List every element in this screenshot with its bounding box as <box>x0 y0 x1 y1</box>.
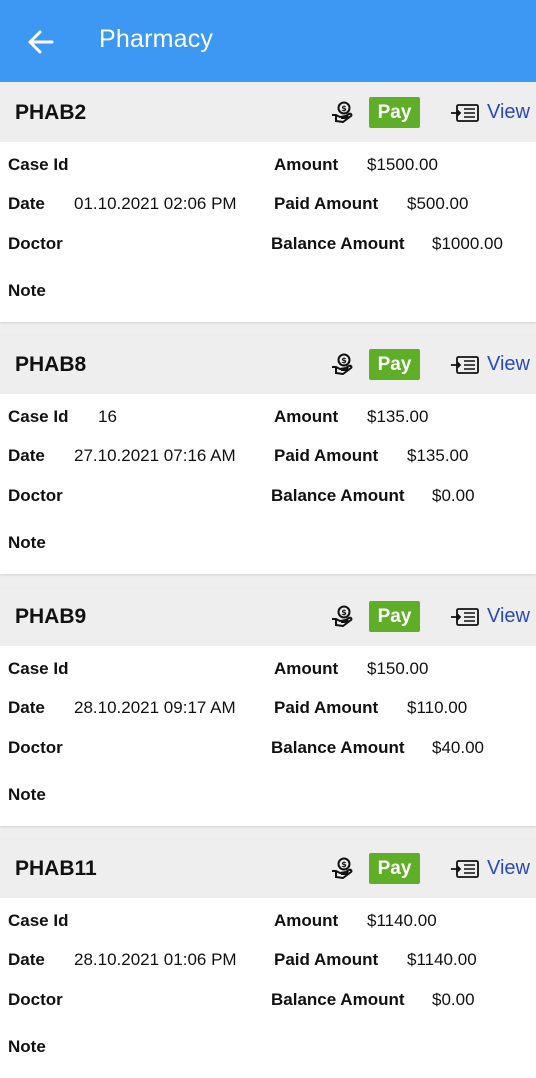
hand-coin-icon: $ <box>332 101 353 123</box>
case-id-label: Case Id <box>8 407 69 426</box>
bill-number: PHAB11 <box>15 857 97 880</box>
bill-number: PHAB8 <box>15 353 87 376</box>
paid-amount-label: Paid Amount <box>274 698 379 717</box>
receipt-list-icon[interactable] <box>451 860 479 878</box>
amount-value: $150.00 <box>367 659 429 678</box>
amount-label: Amount <box>274 407 339 426</box>
date-label: Date <box>8 194 45 213</box>
hand-coin-icon: $ <box>332 605 353 627</box>
paid-amount-value: $110.00 <box>407 698 468 717</box>
bill-card-header: PHAB2 $ Pay View <box>0 84 536 142</box>
svg-text:$: $ <box>341 860 347 869</box>
balance-amount-label: Balance Amount <box>271 990 405 1009</box>
balance-amount-value: $0.00 <box>432 486 475 505</box>
receipt-list-icon[interactable] <box>451 356 479 374</box>
receipt-list-icon[interactable] <box>451 608 479 626</box>
amount-label: Amount <box>274 659 339 678</box>
svg-text:$: $ <box>341 356 347 365</box>
amount-label: Amount <box>274 155 339 174</box>
bill-number: PHAB9 <box>15 605 87 628</box>
amount-value: $135.00 <box>367 407 429 426</box>
paid-amount-value: $135.00 <box>407 446 469 465</box>
paid-amount-label: Paid Amount <box>274 446 379 465</box>
balance-amount-label: Balance Amount <box>271 234 405 253</box>
balance-amount-value: $1000.00 <box>432 234 503 253</box>
bill-card-header: PHAB8 $ Pay View <box>0 336 536 394</box>
doctor-label: Doctor <box>8 486 63 505</box>
amount-value: $1140.00 <box>367 911 437 930</box>
balance-amount-value: $0.00 <box>432 990 475 1009</box>
arrow-left-icon <box>28 30 54 54</box>
bill-card-header: PHAB9 $ Pay View <box>0 588 536 646</box>
bill-card: PHAB2 $ Pay View Case Id Amount $1500.00… <box>0 84 536 322</box>
amount-value: $1500.00 <box>367 155 438 174</box>
pay-button[interactable]: Pay <box>369 853 420 884</box>
case-id-label: Case Id <box>8 659 69 678</box>
bill-number: PHAB2 <box>15 101 87 124</box>
pay-button[interactable]: Pay <box>369 601 420 632</box>
pay-button[interactable]: Pay <box>369 97 420 128</box>
note-label: Note <box>8 785 46 804</box>
case-id-label: Case Id <box>8 911 69 930</box>
paid-amount-label: Paid Amount <box>274 194 379 213</box>
bill-card: PHAB9 $ Pay View Case Id Amount $150.00 … <box>0 588 536 826</box>
doctor-label: Doctor <box>8 234 63 253</box>
bill-card-header: PHAB11 $ Pay View <box>0 840 536 898</box>
balance-amount-label: Balance Amount <box>271 486 405 505</box>
date-value: 28.10.2021 09:17 AM <box>74 698 236 717</box>
app-bar: Pharmacy <box>0 0 536 82</box>
bill-card: PHAB11 $ Pay View Case Id Amount $1140.0… <box>0 840 536 1078</box>
view-link[interactable]: View <box>487 353 530 376</box>
date-label: Date <box>8 950 45 969</box>
note-label: Note <box>8 1037 46 1056</box>
case-id-label: Case Id <box>8 155 69 174</box>
date-value: 28.10.2021 01:06 PM <box>74 950 237 969</box>
case-id-value: 16 <box>98 407 117 426</box>
page-title: Pharmacy <box>99 25 214 53</box>
balance-amount-label: Balance Amount <box>271 738 405 757</box>
pay-button[interactable]: Pay <box>369 349 420 380</box>
hand-coin-icon: $ <box>332 857 353 879</box>
back-button[interactable] <box>22 22 62 62</box>
view-link[interactable]: View <box>487 605 530 628</box>
doctor-label: Doctor <box>8 990 63 1009</box>
note-label: Note <box>8 281 46 300</box>
paid-amount-label: Paid Amount <box>274 950 379 969</box>
note-label: Note <box>8 533 46 552</box>
view-link[interactable]: View <box>487 857 530 880</box>
receipt-list-icon[interactable] <box>451 104 479 122</box>
date-label: Date <box>8 446 45 465</box>
date-label: Date <box>8 698 45 717</box>
doctor-label: Doctor <box>8 738 63 757</box>
svg-text:$: $ <box>341 608 347 617</box>
date-value: 01.10.2021 02:06 PM <box>74 194 237 213</box>
hand-coin-icon: $ <box>332 353 353 375</box>
balance-amount-value: $40.00 <box>432 738 484 757</box>
view-link[interactable]: View <box>487 101 530 124</box>
paid-amount-value: $1140.00 <box>407 950 477 969</box>
bill-card: PHAB8 $ Pay View Case Id 16 Amount $135.… <box>0 336 536 574</box>
paid-amount-value: $500.00 <box>407 194 469 213</box>
svg-text:$: $ <box>341 104 347 113</box>
date-value: 27.10.2021 07:16 AM <box>74 446 236 465</box>
amount-label: Amount <box>274 911 339 930</box>
